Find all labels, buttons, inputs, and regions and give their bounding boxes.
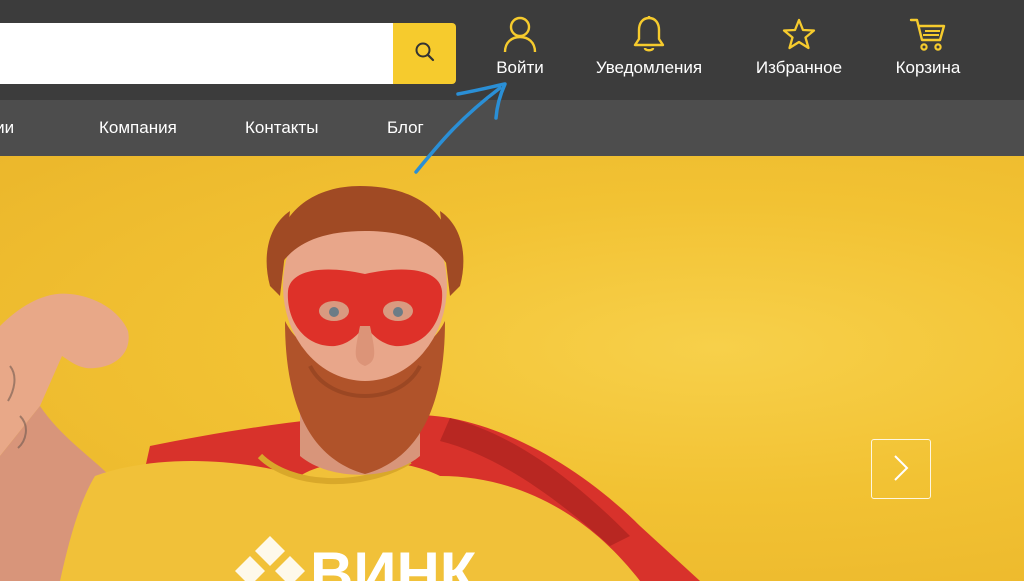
favorites-button[interactable]: Избранное [746, 14, 852, 84]
menu-item-contacts[interactable]: Контакты [245, 100, 318, 156]
top-header: Войти Уведомления Избранное Корзина [0, 0, 1024, 100]
cart-icon [908, 14, 948, 54]
cart-button[interactable]: Корзина [886, 14, 970, 84]
shirt-logo-text: ВИНК [310, 540, 477, 581]
star-icon [779, 14, 819, 54]
notifications-button[interactable]: Уведомления [585, 14, 713, 84]
notifications-label: Уведомления [595, 58, 703, 77]
chevron-right-icon [892, 453, 910, 486]
search-input[interactable] [0, 23, 394, 84]
favorites-label: Избранное [755, 58, 843, 77]
login-button[interactable]: Войти [486, 14, 554, 84]
slider-next-button[interactable] [871, 439, 931, 499]
menu-item-promotions[interactable]: кции [0, 100, 14, 156]
search-button[interactable] [393, 23, 456, 84]
menu-item-company[interactable]: Компания [99, 100, 177, 156]
main-menu: кции Компания Контакты Блог [0, 100, 1024, 156]
bell-icon [629, 14, 669, 54]
search-icon [413, 40, 437, 67]
user-icon [500, 14, 540, 54]
menu-item-blog[interactable]: Блог [387, 100, 424, 156]
login-label: Войти [496, 58, 544, 77]
hero-image: ВИНК [0, 186, 700, 581]
cart-label: Корзина [895, 58, 961, 77]
hero-banner: ВИНК [0, 156, 1024, 581]
